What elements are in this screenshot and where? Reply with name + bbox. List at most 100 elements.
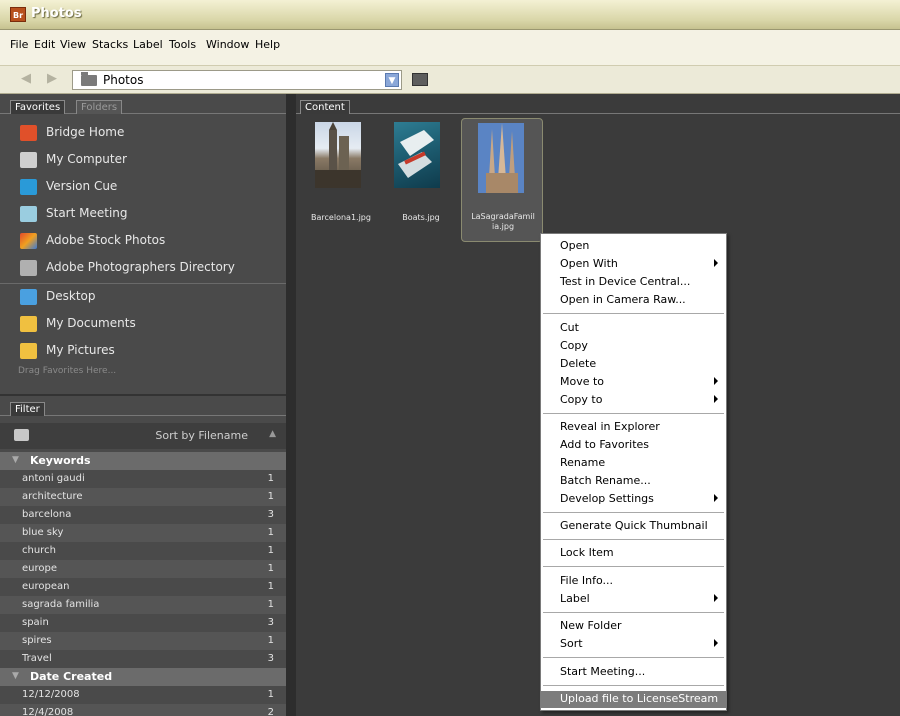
- keyword-row[interactable]: Travel 3: [0, 650, 286, 668]
- menu-item-cut[interactable]: Cut: [541, 320, 726, 337]
- menu-item-label: Label: [560, 592, 590, 605]
- filter-options-icon[interactable]: [14, 429, 29, 441]
- tab-favorites[interactable]: Favorites: [10, 100, 66, 114]
- menu-item-test-in-device-central[interactable]: Test in Device Central...: [541, 274, 726, 291]
- date-count: 1: [267, 689, 274, 700]
- menu-item-label: Rename: [560, 456, 606, 469]
- menu-item-upload-to-licensestream[interactable]: Upload file to LicenseStream: [541, 691, 726, 708]
- chevron-down-icon[interactable]: ▼: [385, 73, 399, 87]
- keyword-row[interactable]: europe 1: [0, 560, 286, 578]
- menu-item-label: Copy to: [560, 393, 603, 406]
- date-row[interactable]: 12/4/2008 2: [0, 704, 286, 716]
- menu-item-start-meeting[interactable]: Start Meeting...: [541, 664, 726, 681]
- menu-separator: [543, 512, 724, 513]
- keyword-row[interactable]: architecture 1: [0, 488, 286, 506]
- menu-stacks[interactable]: Stacks: [92, 38, 128, 51]
- thumbnail-barcelona[interactable]: Barcelona1.jpg: [300, 118, 382, 242]
- keyword-count: 1: [267, 545, 274, 556]
- keyword-name: europe: [22, 563, 57, 574]
- menu-label[interactable]: Label: [133, 38, 163, 51]
- favorite-adobe-stock-photos[interactable]: Adobe Stock Photos: [0, 228, 286, 255]
- keyword-count: 3: [267, 653, 274, 664]
- thumbnail-lasagradafamilia[interactable]: LaSagradaFamil ia.jpg: [461, 118, 543, 242]
- sort-direction-icon[interactable]: ▲: [269, 429, 276, 439]
- stock-photos-icon: [20, 233, 37, 249]
- menu-item-lock-item[interactable]: Lock Item: [541, 545, 726, 562]
- menu-help[interactable]: Help: [255, 38, 280, 51]
- menu-item-batch-rename[interactable]: Batch Rename...: [541, 473, 726, 490]
- menu-item-label[interactable]: Label: [541, 591, 726, 608]
- bridge-app-icon: Br: [10, 7, 26, 22]
- menu-item-file-info[interactable]: File Info...: [541, 573, 726, 590]
- submenu-arrow-icon: [714, 639, 718, 647]
- favorite-label: My Documents: [46, 316, 136, 330]
- menu-item-open[interactable]: Open: [541, 238, 726, 255]
- tab-content[interactable]: Content: [300, 100, 350, 114]
- keyword-row[interactable]: church 1: [0, 542, 286, 560]
- menu-item-add-to-favorites[interactable]: Add to Favorites: [541, 437, 726, 454]
- menu-tools[interactable]: Tools: [169, 38, 196, 51]
- favorite-my-computer[interactable]: My Computer: [0, 147, 286, 174]
- date-row[interactable]: 12/12/2008 1: [0, 686, 286, 704]
- thumbnail-boats[interactable]: Boats.jpg: [380, 118, 462, 242]
- favorite-my-documents[interactable]: My Documents: [0, 311, 286, 338]
- menu-item-copy-to[interactable]: Copy to: [541, 392, 726, 409]
- path-bar: ◀ ▶ Photos ▼: [0, 66, 900, 94]
- menu-item-open-with[interactable]: Open With: [541, 256, 726, 273]
- favorite-start-meeting[interactable]: Start Meeting: [0, 201, 286, 228]
- keyword-row[interactable]: blue sky 1: [0, 524, 286, 542]
- date-created-section-header[interactable]: ▼ Date Created: [0, 668, 286, 686]
- menu-item-open-in-camera-raw[interactable]: Open in Camera Raw...: [541, 292, 726, 309]
- keyword-count: 1: [267, 581, 274, 592]
- back-arrow-icon[interactable]: ◀: [18, 72, 34, 86]
- panel-splitter[interactable]: [286, 94, 296, 716]
- keyword-name: blue sky: [22, 527, 64, 538]
- boats-illustration: [398, 130, 434, 178]
- left-panel: Favorites Folders Bridge Home My Compute…: [0, 94, 286, 716]
- menu-file[interactable]: File: [10, 38, 28, 51]
- sort-by-filename-dropdown[interactable]: Sort by Filename: [155, 429, 248, 442]
- menu-item-generate-quick-thumbnail[interactable]: Generate Quick Thumbnail: [541, 518, 726, 535]
- menu-item-rename[interactable]: Rename: [541, 455, 726, 472]
- date-count: 2: [267, 707, 274, 716]
- date-name: 12/12/2008: [22, 689, 80, 700]
- tab-filter[interactable]: Filter: [10, 402, 45, 416]
- path-dropdown[interactable]: Photos ▼: [72, 70, 402, 90]
- keyword-row[interactable]: sagrada familia 1: [0, 596, 286, 614]
- keyword-row[interactable]: european 1: [0, 578, 286, 596]
- menu-view[interactable]: View: [60, 38, 86, 51]
- filter-header: Sort by Filename ▲: [0, 423, 286, 449]
- keyword-row[interactable]: spires 1: [0, 632, 286, 650]
- favorite-adobe-photographers-directory[interactable]: Adobe Photographers Directory: [0, 255, 286, 282]
- menu-window[interactable]: Window: [206, 38, 249, 51]
- collapse-triangle-icon[interactable]: ▼: [12, 455, 19, 465]
- menu-item-move-to[interactable]: Move to: [541, 374, 726, 391]
- keyword-row[interactable]: antoni gaudi 1: [0, 470, 286, 488]
- forward-arrow-icon[interactable]: ▶: [44, 72, 60, 86]
- favorite-version-cue[interactable]: Version Cue: [0, 174, 286, 201]
- menu-separator: [543, 657, 724, 658]
- keyword-row[interactable]: barcelona 3: [0, 506, 286, 524]
- menu-item-label: Sort: [560, 637, 583, 650]
- favorite-my-pictures[interactable]: My Pictures: [0, 338, 286, 365]
- computer-icon: [20, 152, 37, 168]
- menu-item-sort[interactable]: Sort: [541, 636, 726, 653]
- menu-item-new-folder[interactable]: New Folder: [541, 618, 726, 635]
- keyword-name: spain: [22, 617, 49, 628]
- favorite-label: Start Meeting: [46, 206, 128, 220]
- keyword-row[interactable]: spain 3: [0, 614, 286, 632]
- menu-edit[interactable]: Edit: [34, 38, 55, 51]
- menu-item-copy[interactable]: Copy: [541, 338, 726, 355]
- menu-item-reveal-in-explorer[interactable]: Reveal in Explorer: [541, 419, 726, 436]
- menu-item-develop-settings[interactable]: Develop Settings: [541, 491, 726, 508]
- favorite-desktop[interactable]: Desktop: [0, 284, 286, 311]
- keyword-count: 1: [267, 491, 274, 502]
- favorite-bridge-home[interactable]: Bridge Home: [0, 120, 286, 147]
- menu-item-delete[interactable]: Delete: [541, 356, 726, 373]
- window-title: Photos: [31, 6, 82, 21]
- filter-tab-row: Filter: [0, 402, 286, 416]
- recent-folders-icon[interactable]: [412, 73, 428, 86]
- collapse-triangle-icon[interactable]: ▼: [12, 671, 19, 681]
- keywords-section-header[interactable]: ▼ Keywords: [0, 452, 286, 470]
- tab-folders[interactable]: Folders: [76, 100, 123, 114]
